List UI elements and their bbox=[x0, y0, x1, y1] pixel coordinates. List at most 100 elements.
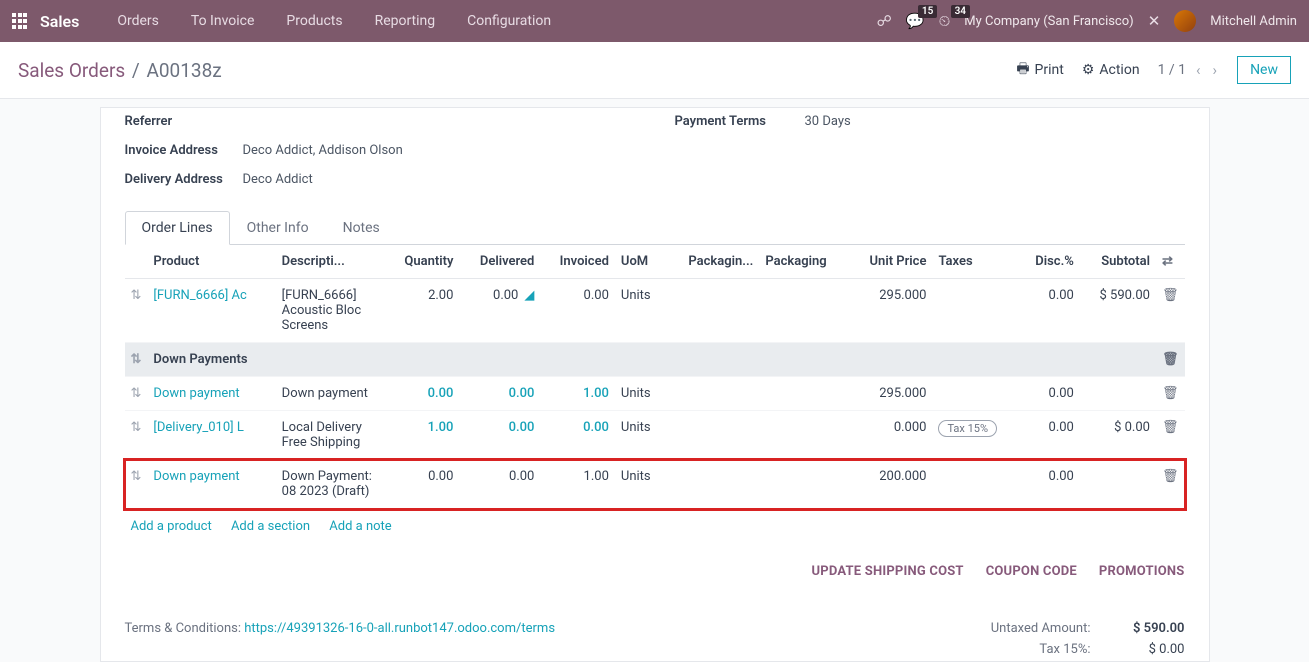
cell-taxes[interactable] bbox=[932, 279, 1018, 343]
cell-quantity[interactable]: 2.00 bbox=[385, 279, 459, 343]
cell-description[interactable]: Down Payment: 08 2023 (Draft) bbox=[276, 460, 386, 509]
cell-unit-price[interactable]: 0.000 bbox=[849, 411, 933, 460]
pager-prev[interactable]: ‹ bbox=[1194, 61, 1203, 79]
user-avatar[interactable] bbox=[1174, 10, 1196, 32]
col-invoiced[interactable]: Invoiced bbox=[540, 245, 615, 279]
nav-products[interactable]: Products bbox=[272, 13, 356, 29]
action-button[interactable]: ⚙Action bbox=[1082, 62, 1140, 78]
cell-description[interactable]: Local Delivery Free Shipping bbox=[276, 411, 386, 460]
cell-product[interactable]: Down payment bbox=[147, 377, 275, 411]
cell-description[interactable]: [FURN_6666] Acoustic Bloc Screens bbox=[276, 279, 386, 343]
nav-orders[interactable]: Orders bbox=[103, 13, 173, 29]
add-product-link[interactable]: Add a product bbox=[131, 519, 212, 534]
new-button[interactable]: New bbox=[1237, 56, 1291, 84]
promotions-link[interactable]: PROMOTIONS bbox=[1099, 564, 1185, 579]
drag-handle[interactable]: ⇅ bbox=[125, 460, 148, 509]
cell-packagin[interactable] bbox=[666, 460, 760, 509]
cell-disc[interactable]: 0.00 bbox=[1018, 411, 1080, 460]
cell-quantity[interactable]: 0.00 bbox=[385, 377, 459, 411]
tab-order-lines[interactable]: Order Lines bbox=[125, 211, 230, 245]
cell-unit-price[interactable]: 200.000 bbox=[849, 460, 933, 509]
drag-handle[interactable]: ⇅ bbox=[125, 279, 148, 343]
tab-other-info[interactable]: Other Info bbox=[230, 211, 326, 245]
activities-icon[interactable]: ⏲34 bbox=[939, 12, 951, 30]
cell-uom[interactable]: Units bbox=[615, 377, 666, 411]
cell-packagin[interactable] bbox=[666, 377, 760, 411]
col-subtotal[interactable]: Subtotal bbox=[1080, 245, 1156, 279]
col-uom[interactable]: UoM bbox=[615, 245, 666, 279]
nav-to-invoice[interactable]: To Invoice bbox=[177, 13, 269, 29]
forecast-icon[interactable]: ◢ bbox=[524, 288, 534, 303]
cell-product[interactable]: [Delivery_010] L bbox=[147, 411, 275, 460]
col-description[interactable]: Descripti... bbox=[276, 245, 386, 279]
cell-packaging[interactable] bbox=[759, 411, 848, 460]
cell-uom[interactable]: Units bbox=[615, 460, 666, 509]
add-note-link[interactable]: Add a note bbox=[329, 519, 391, 534]
tray-icon[interactable]: ☍ bbox=[877, 12, 892, 30]
nav-reporting[interactable]: Reporting bbox=[361, 13, 450, 29]
cell-taxes[interactable] bbox=[932, 460, 1018, 509]
cell-packaging[interactable] bbox=[759, 279, 848, 343]
col-product[interactable]: Product bbox=[147, 245, 275, 279]
col-taxes[interactable]: Taxes bbox=[932, 245, 1018, 279]
tab-notes[interactable]: Notes bbox=[326, 211, 397, 245]
delete-row-icon[interactable]: 🗑 bbox=[1156, 279, 1185, 343]
messages-icon[interactable]: 💬15 bbox=[906, 12, 925, 30]
cell-product[interactable]: [FURN_6666] Ac bbox=[147, 279, 275, 343]
breadcrumb-root[interactable]: Sales Orders bbox=[18, 59, 125, 82]
drag-handle[interactable]: ⇅ bbox=[125, 411, 148, 460]
col-disc[interactable]: Disc.% bbox=[1018, 245, 1080, 279]
cell-quantity[interactable]: 0.00 bbox=[385, 460, 459, 509]
drag-handle[interactable]: ⇅ bbox=[125, 377, 148, 411]
cell-disc[interactable]: 0.00 bbox=[1018, 377, 1080, 411]
cell-unit-price[interactable]: 295.000 bbox=[849, 377, 933, 411]
col-quantity[interactable]: Quantity bbox=[385, 245, 459, 279]
delete-row-icon[interactable]: 🗑 bbox=[1156, 460, 1185, 509]
invoice-address-value[interactable]: Deco Addict, Addison Olson bbox=[243, 143, 403, 158]
cell-unit-price[interactable]: 295.000 bbox=[849, 279, 933, 343]
col-settings-icon[interactable]: ⇄ bbox=[1156, 245, 1185, 279]
cell-invoiced[interactable]: 0.00 bbox=[540, 279, 615, 343]
payment-terms-value[interactable]: 30 Days bbox=[805, 114, 851, 129]
user-name[interactable]: Mitchell Admin bbox=[1210, 14, 1297, 29]
cell-packagin[interactable] bbox=[666, 279, 760, 343]
cell-uom[interactable]: Units bbox=[615, 279, 666, 343]
col-delivered[interactable]: Delivered bbox=[459, 245, 540, 279]
cell-product[interactable]: Down payment bbox=[147, 460, 275, 509]
cell-description[interactable]: Down payment bbox=[276, 377, 386, 411]
cell-uom[interactable]: Units bbox=[615, 411, 666, 460]
col-packaging[interactable]: Packaging bbox=[759, 245, 848, 279]
update-shipping-link[interactable]: UPDATE SHIPPING COST bbox=[812, 564, 964, 579]
col-unit-price[interactable]: Unit Price bbox=[849, 245, 933, 279]
drag-handle[interactable]: ⇅ bbox=[125, 343, 148, 377]
company-selector[interactable]: My Company (San Francisco) bbox=[964, 14, 1133, 29]
app-brand[interactable]: Sales bbox=[40, 12, 79, 31]
apps-icon[interactable] bbox=[12, 13, 28, 29]
delivery-address-value[interactable]: Deco Addict bbox=[243, 172, 313, 187]
cell-invoiced[interactable]: 1.00 bbox=[540, 460, 615, 509]
delete-row-icon[interactable]: 🗑 bbox=[1156, 377, 1185, 411]
cell-delivered[interactable]: 0.00 bbox=[459, 377, 540, 411]
cell-taxes[interactable]: Tax 15% bbox=[932, 411, 1018, 460]
terms-link[interactable]: https://49391326-16-0-all.runbot147.odoo… bbox=[244, 621, 555, 636]
nav-configuration[interactable]: Configuration bbox=[453, 13, 565, 29]
cell-delivered[interactable]: 0.00 bbox=[459, 411, 540, 460]
delete-row-icon[interactable]: 🗑 bbox=[1156, 411, 1185, 460]
cell-delivered[interactable]: 0.00 bbox=[459, 460, 540, 509]
cell-invoiced[interactable]: 0.00 bbox=[540, 411, 615, 460]
scroll-area[interactable]: Referrer Invoice AddressDeco Addict, Add… bbox=[0, 99, 1309, 662]
cell-packaging[interactable] bbox=[759, 460, 848, 509]
section-label[interactable]: Down Payments bbox=[147, 343, 1156, 377]
add-section-link[interactable]: Add a section bbox=[231, 519, 310, 534]
cell-quantity[interactable]: 1.00 bbox=[385, 411, 459, 460]
coupon-code-link[interactable]: COUPON CODE bbox=[986, 564, 1077, 579]
cell-invoiced[interactable]: 1.00 bbox=[540, 377, 615, 411]
cell-disc[interactable]: 0.00 bbox=[1018, 460, 1080, 509]
cell-packagin[interactable] bbox=[666, 411, 760, 460]
col-packagin[interactable]: Packagin... bbox=[666, 245, 760, 279]
cell-disc[interactable]: 0.00 bbox=[1018, 279, 1080, 343]
print-button[interactable]: 🖶Print bbox=[1016, 58, 1064, 82]
cell-packaging[interactable] bbox=[759, 377, 848, 411]
pager-next[interactable]: › bbox=[1211, 61, 1220, 79]
cell-taxes[interactable] bbox=[932, 377, 1018, 411]
